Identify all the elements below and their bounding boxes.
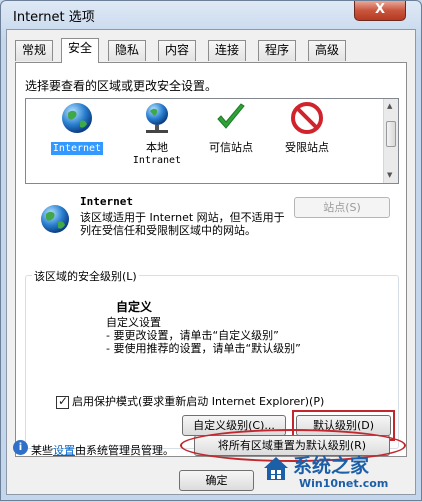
title-bar: Internet 选项 X [9,1,409,29]
internet-options-window: Internet 选项 X 常规 安全 隐私 内容 连接 程序 高级 选择要查看… [0,0,422,501]
zone-name-internet: Internet [50,142,104,155]
scroll-thumb[interactable] [386,121,396,147]
checkmark-icon [217,103,245,129]
tab-general[interactable]: 常规 [15,40,54,61]
zone-item-trusted-sites[interactable]: 可信站点 [198,101,264,154]
zone-info-title: Internet [80,195,133,208]
zone-item-restricted-sites[interactable]: 受限站点 [274,101,340,154]
zone-prompt: 选择要查看的区域或更改安全设置。 [25,79,218,93]
watermark-title: 系统之家 [293,455,370,477]
info-icon: i [13,440,28,455]
zone-list[interactable]: Internet 本地 Intranet 可信站点 受限站点 ▲ ▼ [25,98,399,184]
tab-security[interactable]: 安全 [61,38,100,63]
globe-icon [41,205,69,233]
zone-item-local-intranet[interactable]: 本地 Intranet [124,101,190,167]
sites-button[interactable]: 站点(S) [294,197,390,218]
managed-settings-note: 某些设置由系统管理员管理。 [31,442,174,458]
zone-sub-intranet: Intranet [132,155,182,166]
security-level-description: 自定义设置 - 要更改设置，请单击“自定义级别” - 要使用推荐的设置，请单击“… [106,316,301,355]
zone-item-internet[interactable]: Internet [44,101,110,155]
zone-info-description: 该区域适用于 Internet 网站，但不适用于列在受信任和受限制区域中的网站。 [80,211,285,237]
network-globe-icon [146,103,168,133]
security-level-group: 该区域的安全级别(L) 自定义 自定义设置 - 要更改设置，请单击“自定义级别”… [25,268,399,449]
tab-connections[interactable]: 连接 [208,40,247,61]
security-level-title: 自定义 [116,300,153,314]
protected-mode-row[interactable]: 启用保护模式(要求重新启动 Internet Explorer)(P) [56,393,324,409]
note-suffix: 由系统管理员管理。 [75,444,174,457]
note-prefix: 某些 [31,444,53,457]
tab-advanced[interactable]: 高级 [308,40,347,61]
zone-list-scrollbar[interactable]: ▲ ▼ [383,99,398,183]
protected-mode-label: 启用保护模式(要求重新启动 Internet Explorer)(P) [72,395,325,408]
zone-name-restricted: 受限站点 [285,141,329,154]
close-button[interactable]: X [354,1,406,21]
ok-button[interactable]: 确定 [179,470,254,491]
watermark-url: Win10net.com [299,477,389,490]
globe-icon [62,103,92,133]
scroll-up-icon[interactable]: ▲ [387,102,392,110]
house-logo-icon [264,457,288,480]
protected-mode-checkbox[interactable] [56,394,69,409]
security-level-legend: 该区域的安全级别(L) [32,268,139,284]
no-entry-icon [291,102,323,134]
tab-programs[interactable]: 程序 [258,40,297,61]
tab-privacy[interactable]: 隐私 [108,40,147,61]
window-title: Internet 选项 [13,10,95,25]
watermark-logo: 系统之家 Win10net.com [257,447,422,502]
dialog-body: 常规 安全 隐私 内容 连接 程序 高级 选择要查看的区域或更改安全设置。 In… [6,29,416,495]
security-tab-panel: 选择要查看的区域或更改安全设置。 Internet 本地 Intranet 可信… [15,62,407,462]
scroll-down-icon[interactable]: ▼ [387,171,392,179]
zone-name-trusted: 可信站点 [209,141,253,154]
tab-content[interactable]: 内容 [158,40,197,61]
settings-link[interactable]: 设置 [53,444,75,457]
zone-name-local: 本地 [146,141,168,154]
